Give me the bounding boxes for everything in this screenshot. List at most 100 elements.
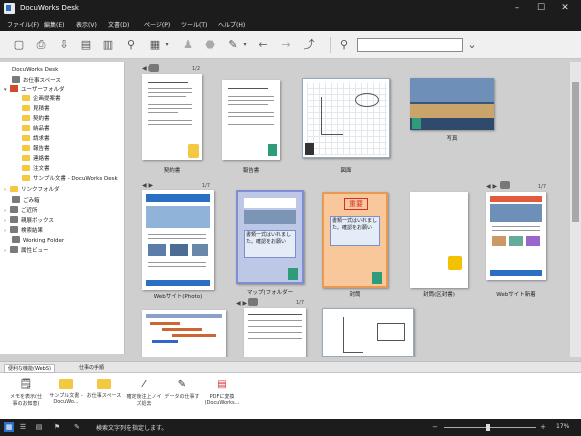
- scroll-thumb[interactable]: [572, 82, 579, 222]
- tree-item-report[interactable]: 報告書: [22, 145, 50, 154]
- thumbnail-view-icon[interactable]: ▦: [4, 422, 14, 432]
- tree-item-proposal[interactable]: 企画提案書: [22, 95, 61, 104]
- window-title: DocuWorks Desk: [20, 4, 79, 12]
- tree-item-sample[interactable]: サンプル文書 - DocuWorks Desk: [22, 175, 118, 184]
- tree-item-working-folder[interactable]: Working Folder: [12, 236, 64, 245]
- forward-arrow-icon[interactable]: →: [279, 38, 293, 52]
- page-count: 1/7: [296, 300, 305, 306]
- document-thumbnail[interactable]: 書類一式はいれました。確認をお願い: [236, 190, 304, 284]
- tree-item-workspace[interactable]: お仕事スペース: [12, 76, 61, 85]
- tree-item-user-folder[interactable]: ▾ ユーザーフォルダ: [4, 85, 65, 94]
- search-input[interactable]: [357, 38, 463, 52]
- task-data-work[interactable]: ✎ データの仕事す: [164, 379, 200, 400]
- document-thumbnail[interactable]: [142, 74, 202, 160]
- tab-work-steps[interactable]: 仕事の手順: [76, 364, 107, 373]
- wand-icon: ⁄: [143, 379, 145, 390]
- zoom-out-icon[interactable]: −: [430, 422, 440, 432]
- task-tabs: 便利な機能(WebS) 仕事の手順: [0, 361, 581, 373]
- document-thumbnail[interactable]: 重要 書類一式はいれました。確認をお願い: [322, 192, 388, 288]
- important-stamp: 重要: [344, 198, 368, 210]
- page-count: 1/7: [538, 184, 547, 190]
- user-folder-icon: [10, 85, 18, 92]
- task-show-memo[interactable]: 🗒 メモを表示(仕事のお知恵): [8, 379, 44, 407]
- open-viewer-icon[interactable]: ▢: [12, 38, 26, 52]
- tree-root[interactable]: DocuWorks Desk: [12, 66, 58, 75]
- zoom-slider-thumb[interactable]: [486, 424, 490, 431]
- tree-item-notice[interactable]: 連絡書: [22, 155, 50, 164]
- document-thumbnail[interactable]: [142, 310, 226, 357]
- folder-icon: [22, 155, 30, 161]
- user-icon[interactable]: ♟: [181, 38, 195, 52]
- page-nav-arrows[interactable]: ◀ ▶: [236, 300, 247, 307]
- workspace-icon: [12, 76, 20, 83]
- tree-label: 請求書: [33, 136, 50, 142]
- task-workspace[interactable]: お仕事スペース: [86, 379, 122, 399]
- document-view[interactable]: ◀ ▶ 1/2 契約書 報告書 図面 写真 ◀ ▶ 1/7 Webサイト(Pho…: [128, 62, 568, 357]
- tree-item-invoice[interactable]: 請求書: [22, 135, 50, 144]
- menu-tools[interactable]: ツール(T): [181, 20, 207, 29]
- chevron-down-icon[interactable]: ▾: [160, 38, 174, 52]
- back-arrow-icon[interactable]: ←: [256, 38, 270, 52]
- zoom-icon[interactable]: ⚲: [124, 38, 138, 52]
- tree-item-confidential-box[interactable]: › 親展ボックス: [4, 216, 54, 225]
- tree-item-link-folder[interactable]: › リンクフォルダ: [4, 186, 60, 195]
- maximize-button[interactable]: ☐: [533, 2, 549, 15]
- list-view-icon[interactable]: ☰: [18, 422, 28, 432]
- up-folder-icon[interactable]: ⤴: [302, 38, 316, 52]
- task-sample-docs[interactable]: サンプル文書 - DocuWo...: [48, 379, 84, 405]
- document-thumbnail[interactable]: [322, 308, 414, 357]
- doc-caption: 契約書: [163, 168, 181, 174]
- document-thumbnail[interactable]: [486, 192, 546, 280]
- filter-icon[interactable]: ⚑: [52, 422, 62, 432]
- zoom-in-icon[interactable]: +: [538, 422, 548, 432]
- tree-item-trash[interactable]: ごみ箱: [12, 196, 40, 205]
- minimize-button[interactable]: –: [509, 2, 525, 15]
- folder-icon: [22, 175, 30, 181]
- tree-item-search-results[interactable]: › 検索結果: [4, 226, 43, 235]
- task-convert-pdf[interactable]: ▤ PDFに変換(DocuWorks...: [204, 379, 240, 406]
- menu-document[interactable]: 文書(D): [108, 20, 129, 29]
- document-thumbnail[interactable]: [142, 190, 214, 290]
- menu-edit[interactable]: 編集(E): [44, 20, 64, 29]
- tab-useful-features[interactable]: 便利な機能(WebS): [4, 364, 55, 373]
- document-thumbnail[interactable]: [244, 308, 306, 357]
- tree-item-order[interactable]: 注文書: [22, 165, 50, 174]
- tree-item-estimate[interactable]: 見積書: [22, 105, 50, 114]
- page-nav-arrows[interactable]: ◀ ▶: [142, 182, 153, 189]
- document-thumbnail[interactable]: [410, 192, 468, 288]
- split-icon[interactable]: ▥: [101, 38, 115, 52]
- stamp-icon[interactable]: ⬣: [203, 38, 217, 52]
- page-nav-arrows[interactable]: ◀ ▶: [486, 183, 497, 190]
- working-folder-icon: [12, 236, 20, 243]
- tree-label: Working Folder: [23, 238, 65, 244]
- menu-page[interactable]: ページ(P): [144, 20, 170, 29]
- close-button[interactable]: ✕: [557, 2, 573, 15]
- binder-icon[interactable]: ▤: [79, 38, 93, 52]
- photo-thumbnail[interactable]: [410, 78, 494, 130]
- tree-item-attribute-view[interactable]: › 属性ビュー: [4, 246, 49, 255]
- file-type-icon: [305, 143, 314, 155]
- document-thumbnail[interactable]: [222, 80, 280, 160]
- zoom-slider[interactable]: [444, 427, 536, 428]
- chevron-down-icon-2[interactable]: ▾: [238, 38, 252, 52]
- search-dropdown-icon[interactable]: ⌄: [465, 38, 479, 52]
- tree-item-contract[interactable]: 契約書: [22, 115, 50, 124]
- menu-file[interactable]: ファイル(F): [7, 20, 39, 29]
- import-icon[interactable]: ⇩: [57, 38, 71, 52]
- pen-icon[interactable]: ✎: [72, 422, 82, 432]
- folder-icon: [22, 95, 30, 101]
- vertical-scrollbar[interactable]: [570, 62, 581, 357]
- menu-help[interactable]: ヘルプ(H): [218, 20, 245, 29]
- search-icon[interactable]: ⚲: [337, 38, 351, 52]
- task-label: PDFに変換(DocuWorks...: [204, 394, 240, 406]
- print-icon[interactable]: ⎙: [34, 38, 48, 52]
- task-label: データの仕事す: [164, 394, 200, 400]
- tree-item-neighborhood[interactable]: › ご近所: [4, 206, 38, 215]
- detail-view-icon[interactable]: ▤: [34, 422, 44, 432]
- tree-item-delivery[interactable]: 納品書: [22, 125, 50, 134]
- menu-view[interactable]: 表示(V): [76, 20, 97, 29]
- title-bar: DocuWorks Desk – ☐ ✕: [0, 0, 581, 17]
- task-noise-removal[interactable]: ⁄ 確定後注上ノイズ処去: [126, 379, 162, 407]
- tree-label: 契約書: [33, 116, 50, 122]
- document-thumbnail[interactable]: [302, 78, 390, 158]
